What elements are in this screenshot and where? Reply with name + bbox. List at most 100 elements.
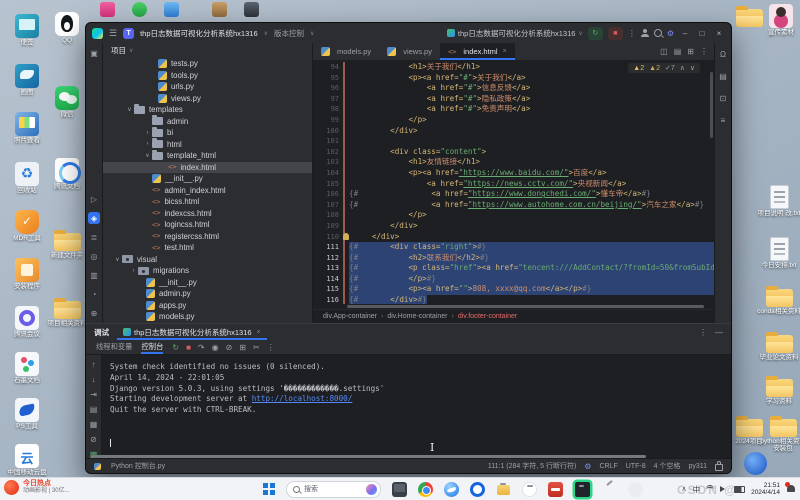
tree-item-test.html[interactable]: <>test.html <box>103 242 312 254</box>
start-button[interactable] <box>263 483 275 495</box>
project-panel-chevron-icon[interactable]: ∨ <box>129 47 133 54</box>
file-encoding[interactable]: UTF-8 <box>626 463 646 470</box>
tree-item-models.py[interactable]: models.py <box>103 311 312 323</box>
tree-item-templates[interactable]: ∨templates <box>103 104 312 116</box>
code-line-116[interactable]: 116{# </div>#} <box>313 295 714 304</box>
breadcrumb[interactable]: div.App-container›div.Home-container›div… <box>313 309 714 323</box>
desktop-icon-notes-txt[interactable]: 项目说明 改.txt <box>756 184 800 217</box>
tree-item-indexcss.html[interactable]: <>indexcss.html <box>103 208 312 220</box>
stop-icon[interactable]: ■ <box>186 343 191 352</box>
step-over-icon[interactable]: ↷ <box>198 343 205 352</box>
tree-item-__init__.py[interactable]: __init__.py <box>103 277 312 289</box>
chevron-right-icon[interactable]: › <box>129 268 138 274</box>
clear-console-icon[interactable]: ⊘ <box>90 435 97 444</box>
code-line-106[interactable]: 106{# <a href="https://www.dongchedi.com… <box>313 189 714 200</box>
desktop-icon-project-folder[interactable]: 项目相关资料 <box>44 296 90 327</box>
code-editor[interactable]: 94 <h1>关于我们</h1>95 <p><a href="#">关于我们</… <box>313 60 714 304</box>
rerun-icon[interactable]: ↻ <box>172 343 179 352</box>
services-icon[interactable]: ≣ <box>88 231 100 243</box>
code-line-113[interactable]: 113{# <p class="href"><a href="tencent:/… <box>313 263 714 274</box>
code-line-107[interactable]: 107{# <a href="https://www.autohome.com.… <box>313 200 714 211</box>
desktop-icon-thesis-folder[interactable]: 毕业论文资料 <box>756 330 800 361</box>
minimize-button[interactable]: – <box>679 29 691 38</box>
tree-item-urls.py[interactable]: urls.py <box>103 81 312 93</box>
desktop-icon-browser-globe[interactable] <box>732 452 778 475</box>
caret-position[interactable]: 111:1 (284 字符, 5 行断行符) <box>488 461 576 471</box>
scroll-down-icon[interactable]: ↓ <box>92 375 96 384</box>
breadcrumb-item[interactable]: div.Home-container <box>387 313 447 320</box>
tree-item-registercss.html[interactable]: <>registercss.html <box>103 231 312 243</box>
profile-icon[interactable] <box>641 29 649 37</box>
tree-item-admin.py[interactable]: admin.py <box>103 288 312 300</box>
code-line-105[interactable]: 105 <a href="https://news.cctv.com/">央视新… <box>313 179 714 190</box>
close-button[interactable]: × <box>713 29 725 38</box>
problems-icon[interactable]: ◎ <box>88 250 100 262</box>
status-left[interactable]: Python 控制台.py <box>111 461 165 471</box>
pale-app-icon[interactable] <box>628 482 643 497</box>
view-tab-控制台[interactable]: 控制台 <box>141 340 163 354</box>
console-output[interactable]: System check identified no issues (0 sil… <box>102 355 731 460</box>
intention-bulb-icon[interactable] <box>343 233 349 240</box>
project-icon[interactable]: ▣ <box>88 47 100 59</box>
console-link[interactable]: http://localhost:8000/ <box>252 394 353 403</box>
debug-panel-title[interactable]: 调试 <box>94 327 109 338</box>
hide-windows-icon[interactable]: ⊞ <box>687 47 694 56</box>
ai-assistant-icon[interactable]: ▤ <box>717 70 729 82</box>
breadcrumb-item[interactable]: div.footer-container <box>458 313 517 320</box>
desktop-icon-wechat[interactable]: 微信 <box>44 86 90 118</box>
tree-item-__init__.py[interactable]: __init__.py <box>103 173 312 185</box>
code-line-104[interactable]: 104 <p><a href="https://www.baidu.com/">… <box>313 168 714 179</box>
project-panel-title[interactable]: 项目 <box>111 45 126 56</box>
console-prompt[interactable] <box>110 438 731 449</box>
plugins-icon[interactable]: ⊕ <box>88 307 100 319</box>
run-config-selector[interactable]: thp日志数据可视化分析系统hx1316 ∨ <box>447 28 583 39</box>
desktop-icon-python-folder[interactable]: python相关资料安装包 <box>760 414 800 452</box>
desktop-icon-mobile-cloud[interactable]: 中国移动云盘 <box>4 444 50 476</box>
desktop-icon-study-folder[interactable]: 学习资料 <box>756 374 800 405</box>
more-options-icon[interactable]: ⋮ <box>267 343 275 352</box>
notifications-bell-icon[interactable]: Ω <box>717 48 729 60</box>
tree-item-admin[interactable]: admin <box>103 116 312 128</box>
tab-index.html[interactable]: <>index.html× <box>440 43 515 60</box>
pycharm-icon[interactable] <box>574 481 591 498</box>
view-tab-线程和变量[interactable]: 线程和变量 <box>96 340 132 354</box>
tab-views.py[interactable]: views.py <box>379 43 440 60</box>
tree-item-migrations[interactable]: ›migrations <box>103 265 312 277</box>
code-line-97[interactable]: 97 <a href="#">隐私政策</a> <box>313 94 714 105</box>
console-settings-icon[interactable]: ▤ <box>90 405 98 414</box>
tree-item-admin_index.html[interactable]: <>admin_index.html <box>103 185 312 197</box>
code-line-99[interactable]: 99 </p> <box>313 115 714 126</box>
chevron-right-icon[interactable]: › <box>143 141 152 147</box>
layout-icon[interactable]: ▤ <box>674 47 682 56</box>
tree-item-html[interactable]: ›html <box>103 139 312 151</box>
chrome-icon[interactable] <box>418 482 433 497</box>
terminal-icon[interactable]: ▥ <box>88 269 100 281</box>
debug-icon[interactable]: ◈ <box>88 212 100 224</box>
code-line-101[interactable]: 101 <box>313 136 714 147</box>
desktop-icon-ps-tool[interactable]: PS工具 <box>4 398 50 430</box>
vcs-widget[interactable]: 版本控制 <box>274 28 304 39</box>
prev-issue-icon[interactable]: ∧ <box>680 64 685 72</box>
desktop-icon-installer[interactable]: 安装程序 <box>4 258 50 290</box>
more-actions-icon[interactable]: ⋮ <box>628 29 636 38</box>
desktop-icon-blue-app[interactable] <box>148 2 194 17</box>
code-line-110[interactable]: 110 </div> <box>313 232 714 243</box>
split-editor-icon[interactable]: ◫ <box>660 47 668 56</box>
tree-item-logincss.html[interactable]: <>logincss.html <box>103 219 312 231</box>
tree-item-index.html[interactable]: <>index.html <box>103 162 312 174</box>
code-line-100[interactable]: 100 </div> <box>313 126 714 137</box>
interpreter[interactable]: py311 <box>688 463 707 470</box>
history-icon[interactable]: ◔ <box>88 288 100 300</box>
code-line-102[interactable]: 102 <div class="content"> <box>313 147 714 158</box>
chevron-down-icon[interactable]: ∨ <box>125 106 134 113</box>
taskbar-search[interactable]: 搜索 <box>286 481 381 498</box>
red-app-icon[interactable] <box>548 482 563 497</box>
file-explorer-icon[interactable] <box>496 482 511 497</box>
paperplane-app-icon[interactable] <box>602 482 617 497</box>
qq-icon[interactable] <box>522 482 537 497</box>
tab-options-icon[interactable]: ⋮ <box>700 47 708 56</box>
code-line-96[interactable]: 96 <a href="#">信息反馈</a> <box>313 83 714 94</box>
mute-breakpoints-icon[interactable]: ⊘ <box>226 343 233 352</box>
main-menu-icon[interactable]: ☰ <box>109 28 117 39</box>
desktop-icon-conda-folder[interactable]: conda相关资料 <box>756 284 800 315</box>
